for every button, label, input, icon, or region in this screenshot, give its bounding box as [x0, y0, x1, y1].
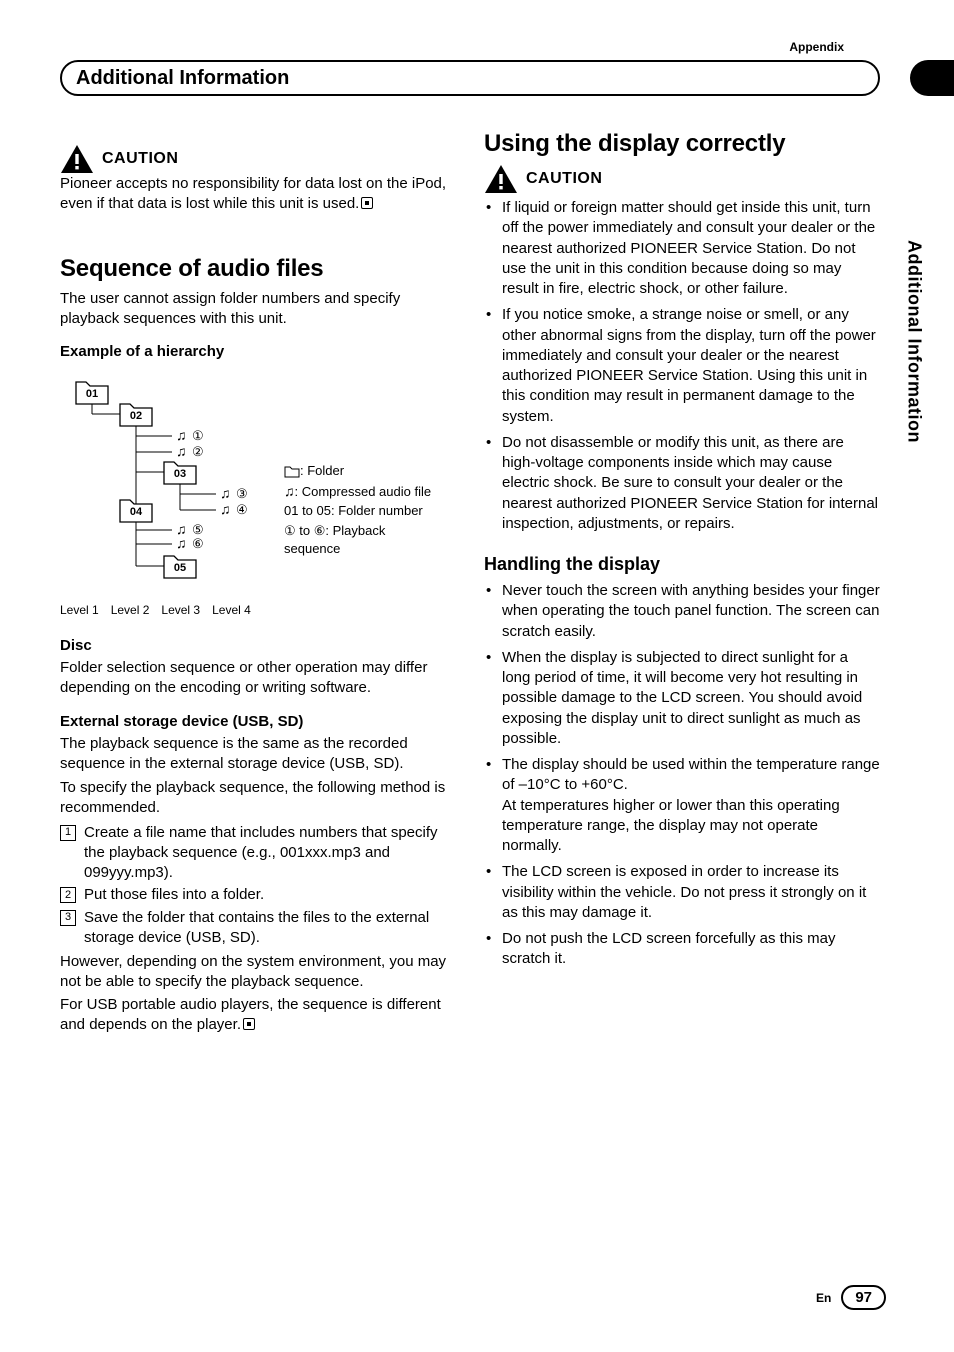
step-3-text: Save the folder that contains the files … — [84, 908, 456, 949]
step-1: 1 Create a file name that includes number… — [60, 823, 456, 884]
step-2-text: Put those files into a folder. — [84, 885, 264, 905]
music-note-icon: ♫ — [220, 501, 231, 517]
legend-folder: : Folder — [300, 463, 344, 478]
music-note-icon: ♫ — [220, 485, 231, 501]
ext-p4-row: For USB portable audio players, the sequ… — [60, 995, 456, 1036]
caution-item-2: If you notice smoke, a strange noise or … — [484, 305, 880, 427]
caution-body: Pioneer accepts no responsibility for da… — [60, 174, 456, 215]
level-1-label: Level 1 — [60, 603, 99, 617]
handling-item-4: The LCD screen is exposed in order to in… — [484, 862, 880, 923]
seq-3: ③ — [236, 486, 248, 501]
warning-icon — [60, 144, 94, 174]
section-header-pill: Additional Information — [60, 60, 880, 96]
caution-text: Pioneer accepts no responsibility for da… — [60, 175, 446, 212]
page-footer: En 97 — [816, 1285, 886, 1310]
folder-04-label: 04 — [130, 506, 143, 518]
warning-icon — [484, 164, 518, 194]
end-of-section-icon — [243, 1018, 255, 1030]
step-3-num: 3 — [60, 910, 76, 926]
handling-item-5: Do not push the LCD screen forcefully as… — [484, 929, 880, 970]
caution-label: CAUTION — [102, 150, 178, 168]
seq-4: ④ — [236, 502, 248, 517]
handling-heading: Handling the display — [484, 554, 880, 575]
diagram-legend: : Folder ♫: Compressed audio file 01 to … — [284, 366, 434, 617]
step-1-text: Create a file name that includes numbers… — [84, 823, 456, 884]
steps-list: 1 Create a file name that includes number… — [60, 823, 456, 949]
step-2: 2 Put those files into a folder. — [60, 885, 456, 905]
caution-item-3: Do not disassemble or modify this unit, … — [484, 433, 880, 534]
music-note-icon: ♫ — [176, 443, 187, 459]
disc-heading: Disc — [60, 637, 456, 654]
side-index-text: Additional Information — [904, 240, 925, 443]
handling-list: Never touch the screen with anything bes… — [484, 581, 880, 970]
seq-5: ⑤ — [192, 522, 204, 537]
caution-item-1: If liquid or foreign matter should get i… — [484, 198, 880, 299]
caution-row: CAUTION — [60, 144, 456, 174]
appendix-label: Appendix — [789, 40, 844, 54]
using-display-heading: Using the display correctly — [484, 130, 880, 158]
level-3-label: Level 3 — [161, 603, 200, 617]
caution-list: If liquid or foreign matter should get i… — [484, 198, 880, 534]
ext-p2: To specify the playback sequence, the fo… — [60, 778, 456, 819]
level-4-label: Level 4 — [212, 603, 251, 617]
section-header-title: Additional Information — [76, 67, 289, 90]
handling-item-3b: At temperatures higher or lower than thi… — [502, 797, 840, 855]
left-column: CAUTION Pioneer accepts no responsibilit… — [60, 130, 456, 1035]
folder-02-label: 02 — [130, 410, 142, 422]
content-columns: CAUTION Pioneer accepts no responsibilit… — [60, 130, 880, 1035]
side-index-tab: Additional Information — [894, 240, 934, 520]
external-heading: External storage device (USB, SD) — [60, 713, 456, 730]
caution-row-right: CAUTION — [484, 164, 880, 194]
handling-item-3: The display should be used within the te… — [484, 755, 880, 856]
handling-item-1: Never touch the screen with anything bes… — [484, 581, 880, 642]
music-note-icon: ♫ — [176, 427, 187, 443]
step-1-num: 1 — [60, 825, 76, 841]
header-black-tab — [910, 60, 954, 96]
ext-p1: The playback sequence is the same as the… — [60, 734, 456, 775]
folder-icon — [284, 464, 300, 478]
legend-folder-range: 01 to 05: Folder number — [284, 502, 434, 520]
tree-container: 01 02 ♫ ① — [60, 366, 270, 617]
folder-01-label: 01 — [86, 388, 98, 400]
page-number-pill: 97 — [841, 1285, 886, 1310]
right-column: Using the display correctly CAUTION If l… — [484, 130, 880, 1035]
music-note-icon: ♫ — [284, 483, 295, 499]
sequence-heading: Sequence of audio files — [60, 255, 456, 283]
footer-lang: En — [816, 1291, 831, 1305]
hierarchy-tree-icon: 01 02 ♫ ① — [60, 366, 270, 596]
page: Appendix Additional Information Addition… — [0, 0, 954, 1352]
handling-item-3a: The display should be used within the te… — [502, 756, 880, 793]
level-labels: Level 1 Level 2 Level 3 Level 4 — [60, 603, 270, 617]
sequence-intro: The user cannot assign folder numbers an… — [60, 289, 456, 330]
step-2-num: 2 — [60, 887, 76, 903]
folder-03-label: 03 — [174, 468, 186, 480]
seq-2: ② — [192, 444, 204, 459]
ext-p3: However, depending on the system environ… — [60, 952, 456, 993]
end-of-section-icon — [361, 197, 373, 209]
disc-body: Folder selection sequence or other opera… — [60, 658, 456, 699]
seq-6: ⑥ — [192, 536, 204, 551]
folder-05-label: 05 — [174, 562, 186, 574]
step-3: 3 Save the folder that contains the files… — [60, 908, 456, 949]
legend-audio: : Compressed audio file — [295, 484, 432, 499]
caution-label-right: CAUTION — [526, 170, 602, 188]
music-note-icon: ♫ — [176, 535, 187, 551]
level-2-label: Level 2 — [111, 603, 150, 617]
legend-playback-seq: ① to ⑥: Playback sequence — [284, 522, 434, 557]
hierarchy-diagram: 01 02 ♫ ① — [60, 366, 456, 617]
example-heading: Example of a hierarchy — [60, 343, 456, 360]
seq-1: ① — [192, 428, 204, 443]
handling-item-2: When the display is subjected to direct … — [484, 648, 880, 749]
